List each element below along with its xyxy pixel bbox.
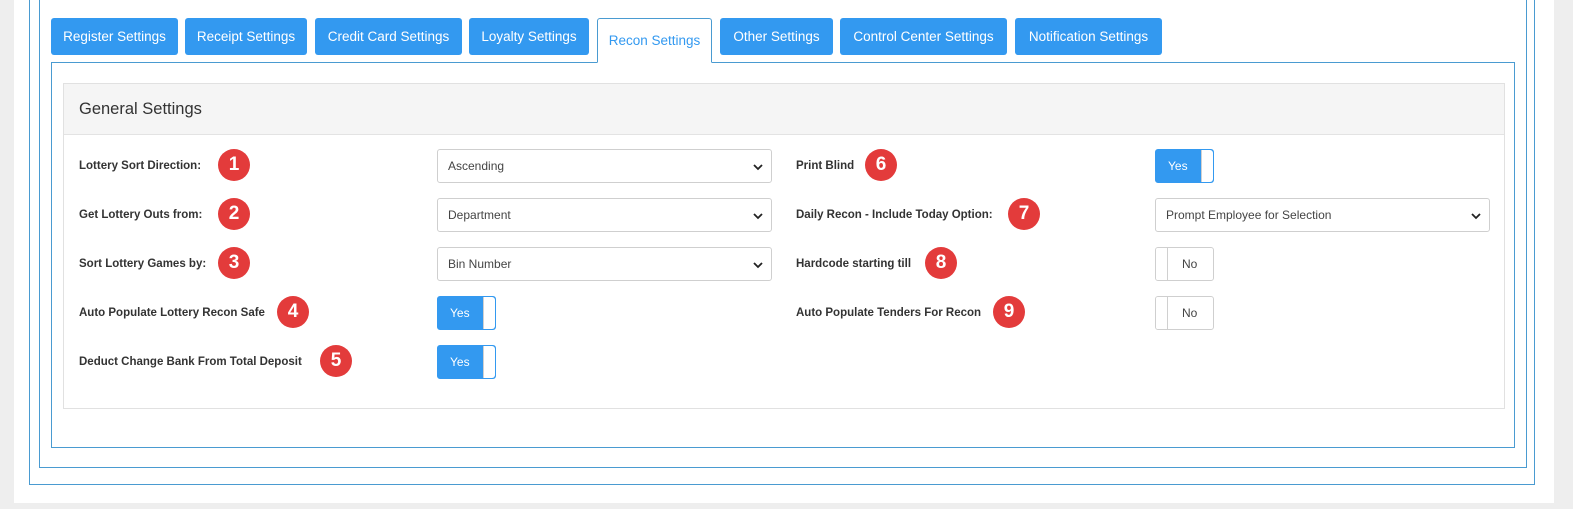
- lottery-sort-direction-label: Lottery Sort Direction:: [79, 160, 202, 172]
- daily-recon-include-today-value: Prompt Employee for Selection: [1166, 208, 1332, 222]
- callout-badge-3: 3: [218, 247, 250, 279]
- tab-content: General Settings Lottery Sort Direction:…: [51, 62, 1515, 448]
- toggle-state-text: Yes: [450, 355, 470, 369]
- callout-badge-5: 5: [320, 345, 352, 377]
- toggle-state-text: Yes: [450, 306, 470, 320]
- print-blind-label: Print Blind: [796, 160, 855, 172]
- tab-register-settings[interactable]: Register Settings: [51, 18, 178, 55]
- toggle-knob: [1156, 297, 1168, 329]
- chevron-down-icon: [1471, 213, 1481, 220]
- toggle-state-text: Yes: [1168, 159, 1188, 173]
- lottery-sort-direction-select[interactable]: Ascending: [437, 149, 772, 183]
- chevron-down-icon: [753, 262, 763, 269]
- chevron-down-icon: [753, 213, 763, 220]
- auto-populate-lottery-recon-safe-toggle[interactable]: Yes: [437, 296, 496, 330]
- tab-credit-card-settings[interactable]: Credit Card Settings: [315, 18, 462, 55]
- callout-badge-6: 6: [865, 149, 897, 181]
- callout-badge-7: 7: [1008, 198, 1040, 230]
- chevron-down-icon: [753, 164, 763, 171]
- tab-receipt-settings[interactable]: Receipt Settings: [185, 18, 307, 55]
- sort-lottery-games-label: Sort Lottery Games by:: [79, 258, 207, 270]
- toggle-state-text: No: [1182, 306, 1198, 320]
- deduct-change-bank-label: Deduct Change Bank From Total Deposit: [79, 356, 302, 368]
- tab-control-center-settings[interactable]: Control Center Settings: [840, 18, 1007, 55]
- deduct-change-bank-toggle[interactable]: Yes: [437, 345, 496, 379]
- daily-recon-include-today-select[interactable]: Prompt Employee for Selection: [1155, 198, 1490, 232]
- lottery-sort-direction-value: Ascending: [448, 159, 505, 173]
- toggle-state-text: No: [1182, 257, 1198, 271]
- hardcode-starting-till-label: Hardcode starting till: [796, 258, 912, 270]
- callout-badge-2: 2: [218, 198, 250, 230]
- tab-notification-settings[interactable]: Notification Settings: [1015, 18, 1162, 55]
- tab-other-settings[interactable]: Other Settings: [720, 18, 833, 55]
- toggle-knob: [483, 346, 495, 378]
- sort-lottery-games-value: Bin Number: [448, 257, 512, 271]
- sort-lottery-games-select[interactable]: Bin Number: [437, 247, 772, 281]
- toggle-knob: [483, 297, 495, 329]
- get-lottery-outs-select[interactable]: Department: [437, 198, 772, 232]
- callout-badge-4: 4: [277, 296, 309, 328]
- auto-populate-lottery-recon-safe-label: Auto Populate Lottery Recon Safe: [79, 307, 265, 319]
- tab-recon-settings[interactable]: Recon Settings: [597, 18, 712, 63]
- callout-badge-8: 8: [925, 247, 957, 279]
- callout-badge-1: 1: [218, 149, 250, 181]
- daily-recon-include-today-label: Daily Recon - Include Today Option:: [796, 209, 993, 221]
- tab-loyalty-settings[interactable]: Loyalty Settings: [469, 18, 589, 55]
- toggle-knob: [1156, 248, 1168, 280]
- panel-title: General Settings: [64, 84, 1504, 135]
- general-settings-panel: General Settings Lottery Sort Direction:…: [63, 83, 1505, 409]
- callout-badge-9: 9: [993, 296, 1025, 328]
- auto-populate-tenders-label: Auto Populate Tenders For Recon: [796, 307, 982, 319]
- get-lottery-outs-value: Department: [448, 208, 511, 222]
- get-lottery-outs-label: Get Lottery Outs from:: [79, 209, 203, 221]
- toggle-knob: [1201, 150, 1213, 182]
- print-blind-toggle[interactable]: Yes: [1155, 149, 1214, 183]
- hardcode-starting-till-toggle[interactable]: No: [1155, 247, 1214, 281]
- auto-populate-tenders-toggle[interactable]: No: [1155, 296, 1214, 330]
